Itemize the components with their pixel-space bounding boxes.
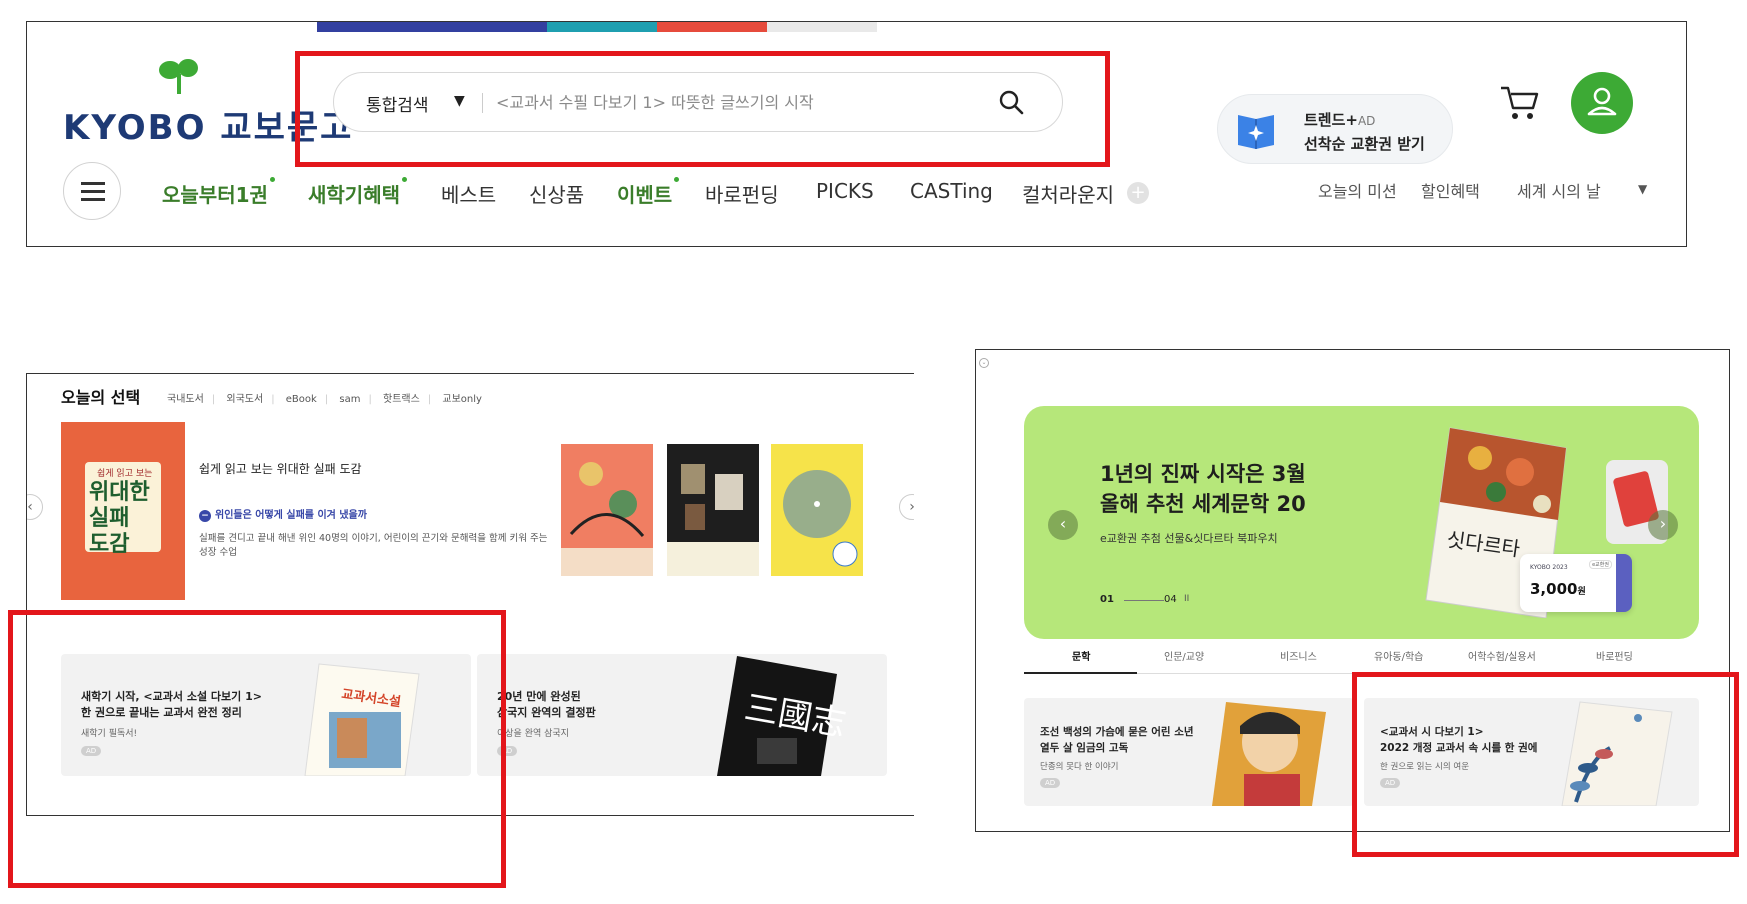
search-highlight-box: [295, 51, 1110, 167]
hamburger-line: [81, 190, 105, 193]
category-tabs: 국내도서 | 외국도서 | eBook | sam | 핫트랙스 | 교보only: [167, 394, 482, 405]
nav-new-arrivals[interactable]: 신상품: [529, 179, 584, 208]
nav-today-one-book[interactable]: 오늘부터1권: [162, 177, 275, 208]
tab-kyobo-only[interactable]: 교보only: [442, 394, 482, 405]
banner-subtitle: e교환권 추첨 선물&싯다르타 북파우치: [1100, 532, 1278, 545]
carousel-next-button[interactable]: ›: [899, 494, 914, 520]
ad-badge: AD: [1040, 778, 1061, 788]
color-stripe: [317, 22, 547, 32]
cover-top-text: 쉽게 읽고 보는: [97, 469, 153, 479]
tab-kids-study[interactable]: 유아동/학습: [1374, 648, 1423, 663]
book-thumbnail[interactable]: [771, 444, 863, 576]
chevron-down-icon[interactable]: ⌄: [979, 358, 989, 368]
right-highlight-box: [1352, 672, 1739, 857]
hero-banner[interactable]: 1년의 진짜 시작은 3월 올해 추천 세계문학 20 e교환권 추첨 선물&싯…: [1024, 406, 1699, 639]
left-highlight-box: [8, 610, 506, 888]
promo-title-1: 조선 백성의 가슴에 묻은 어린 소년: [1040, 726, 1194, 738]
price-value: 3,000원: [1530, 580, 1586, 598]
tab-domestic[interactable]: 국내도서: [167, 394, 204, 405]
feature-bullet: − 위인들은 어떻게 실패를 이겨 냈을까: [199, 506, 367, 522]
color-stripe: [657, 22, 767, 32]
trend-ad-banner[interactable]: 트렌드+AD 선착순 교환권 받기: [1217, 94, 1453, 164]
banner-headline-2: 올해 추천 세계문학 20: [1100, 492, 1306, 516]
nav-baro-funding[interactable]: 바로펀딩: [705, 179, 779, 208]
user-icon: [1587, 87, 1617, 116]
price-brand: KYOBO 2023: [1530, 564, 1568, 571]
kyobo-logo[interactable]: KYOBO 교보문고: [63, 58, 351, 158]
subnav-today-mission[interactable]: 오늘의 미션: [1318, 178, 1397, 202]
subnav-discounts[interactable]: 할인혜택: [1421, 178, 1480, 202]
nav-new-semester[interactable]: 새학기혜택: [308, 177, 407, 208]
page-progress-line: [1124, 600, 1164, 601]
book-cover-failure-encyclopedia[interactable]: 쉽게 읽고 보는 위대한 실패 도감: [61, 422, 185, 600]
subnav-world-poetry-day[interactable]: 세계 시의 날: [1517, 178, 1601, 202]
promo-subtitle: 이상을 완역 삼국지: [497, 729, 569, 739]
gift-card-price: KYOBO 2023 e교환권 3,000원: [1520, 554, 1632, 612]
feature-book-title[interactable]: 쉽게 읽고 보는 위대한 실패 도감: [199, 460, 362, 477]
tab-foreign[interactable]: 외국도서: [226, 394, 263, 405]
nav-casting[interactable]: CASTing: [910, 179, 993, 203]
tab-humanities[interactable]: 인문/교양: [1164, 648, 1204, 663]
section-title: 오늘의 선택: [61, 388, 141, 407]
promo-title-1: 20년 만에 완성된: [497, 690, 581, 703]
color-stripe: [767, 22, 877, 32]
price-tag: e교환권: [1589, 560, 1612, 569]
book-thumbnail[interactable]: [667, 444, 759, 576]
carousel-prev-button[interactable]: ‹: [27, 494, 43, 520]
nav-picks[interactable]: PICKS: [816, 179, 874, 203]
promo-subtitle: 단종의 못다 한 이야기: [1040, 762, 1119, 772]
tab-active-indicator: [1024, 672, 1137, 674]
nav-best[interactable]: 베스트: [441, 179, 496, 208]
promo-title-2: 열두 살 임금의 고독: [1040, 742, 1129, 754]
minus-icon: −: [199, 510, 211, 522]
user-profile-button[interactable]: [1571, 72, 1633, 134]
tab-ebook[interactable]: eBook: [286, 394, 317, 405]
banner-next-button[interactable]: ›: [1648, 510, 1678, 540]
banner-headline-1: 1년의 진짜 시작은 3월: [1100, 462, 1306, 486]
nav-culture-lounge[interactable]: 컬처라운지: [1022, 179, 1114, 208]
menu-button[interactable]: [63, 162, 121, 220]
book-thumbnail[interactable]: [561, 444, 653, 576]
promo-card-three-kingdoms[interactable]: 20년 만에 완성된 삼국지 완역의 결정판 이상을 완역 삼국지 AD 三國志: [477, 654, 887, 776]
cover-title: 위대한 실패 도감: [89, 480, 150, 557]
color-stripe: [547, 22, 657, 32]
cart-icon[interactable]: [1499, 82, 1541, 122]
ad-line1: 트렌드+AD: [1304, 111, 1376, 129]
nav-more-button[interactable]: +: [1127, 182, 1149, 204]
book-sparkle-icon: [1238, 115, 1274, 149]
ad-line2: 선착순 교환권 받기: [1304, 135, 1425, 153]
page-total: 04: [1164, 594, 1177, 605]
promo-title-2: 삼국지 완역의 결정판: [497, 706, 596, 719]
tab-hottracks[interactable]: 핫트랙스: [383, 394, 420, 405]
caret-down-icon[interactable]: ▼: [1638, 182, 1647, 196]
book-image: 三國志: [717, 656, 849, 776]
book-image: [1212, 702, 1326, 806]
feature-description: 실패를 견디고 끝내 해낸 위인 40명의 이야기, 어린이의 끈기와 문해력을…: [199, 533, 548, 558]
pause-button[interactable]: II: [1184, 594, 1189, 604]
tab-language-practical[interactable]: 어학수험/실용서: [1468, 648, 1536, 663]
nav-events[interactable]: 이벤트: [617, 177, 680, 208]
sprout-icon: [159, 59, 198, 94]
hamburger-line: [81, 182, 105, 185]
hamburger-line: [81, 198, 105, 201]
banner-prev-button[interactable]: ‹: [1048, 510, 1078, 540]
tab-baro-funding[interactable]: 바로펀딩: [1596, 648, 1633, 663]
tab-literature[interactable]: 문학: [1072, 648, 1090, 663]
page-current: 01: [1100, 594, 1114, 605]
tab-sam[interactable]: sam: [339, 394, 360, 405]
promo-card-danjong[interactable]: 조선 백성의 가슴에 묻은 어린 소년 열두 살 임금의 고독 단종의 못다 한…: [1024, 698, 1354, 806]
tab-business[interactable]: 비즈니스: [1280, 648, 1317, 663]
